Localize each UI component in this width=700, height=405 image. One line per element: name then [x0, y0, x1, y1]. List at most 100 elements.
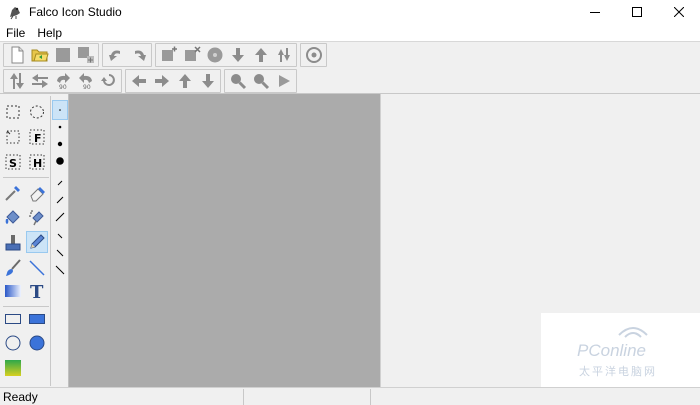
move-right-button[interactable]	[150, 70, 173, 92]
fill-select-tool[interactable]: F	[26, 126, 48, 148]
target-icon	[305, 47, 322, 63]
move-image-up-button[interactable]	[249, 44, 272, 66]
rotate-left-button[interactable]: 90	[51, 70, 74, 92]
rectangle-filled-tool[interactable]	[26, 308, 48, 330]
toolbar-group-zoom	[224, 68, 297, 93]
pencil-tool[interactable]	[26, 231, 48, 253]
color-gradient-icon	[5, 360, 21, 376]
watermark: PConline 太平洋电脑网	[541, 313, 700, 387]
arrow-down-icon	[231, 48, 244, 62]
select-h-icon: H	[29, 154, 45, 170]
status-bar: Ready	[0, 387, 700, 405]
rotate-right-button[interactable]: 90	[74, 70, 97, 92]
ellipse-outline-tool[interactable]	[2, 332, 24, 354]
flip-horizontal-button[interactable]	[28, 70, 51, 92]
rectangle-outline-tool[interactable]	[2, 308, 24, 330]
text-tool[interactable]: T	[26, 280, 48, 302]
maximize-icon	[632, 7, 642, 17]
svg-text:T: T	[30, 282, 44, 300]
backslash-icon	[56, 249, 64, 257]
play-button[interactable]	[272, 70, 295, 92]
move-left-button[interactable]	[127, 70, 150, 92]
open-folder-icon	[31, 49, 49, 62]
move-image-down-button[interactable]	[226, 44, 249, 66]
lasso-select-tool[interactable]	[2, 126, 24, 148]
flip-vertical-icon	[9, 72, 24, 89]
menu-help[interactable]: Help	[31, 24, 68, 42]
flip-vertical-button[interactable]	[5, 70, 28, 92]
play-icon	[278, 74, 290, 87]
zoom-out-button[interactable]	[249, 70, 272, 92]
rotate-180-icon	[100, 73, 115, 86]
brush-tool[interactable]	[2, 257, 24, 279]
icon-canvas[interactable]	[69, 94, 380, 387]
minimize-button[interactable]	[574, 0, 616, 24]
toolbar-group-file	[3, 43, 99, 67]
toolbar-group-image	[155, 43, 297, 67]
undo-button[interactable]	[104, 44, 127, 66]
slash-icon	[57, 180, 63, 186]
eyedropper-icon	[5, 186, 20, 201]
brush-shape-3[interactable]	[52, 207, 68, 227]
new-file-button[interactable]	[5, 44, 28, 66]
rect-select-tool[interactable]	[2, 101, 24, 123]
zoom-out-icon	[253, 73, 269, 89]
save-as-button[interactable]	[74, 44, 97, 66]
status-pane-2	[370, 388, 700, 405]
zoom-in-button[interactable]	[226, 70, 249, 92]
ellipse-filled-icon	[29, 335, 45, 351]
move-up-button[interactable]	[173, 70, 196, 92]
watermark-brand: PConline	[577, 341, 646, 360]
redo-button[interactable]	[127, 44, 150, 66]
gradient-icon	[5, 285, 21, 297]
stamp-tool[interactable]	[2, 232, 24, 254]
settings-button[interactable]	[302, 44, 325, 66]
close-icon	[674, 7, 684, 17]
maximize-button[interactable]	[616, 0, 658, 24]
add-image-button[interactable]	[157, 44, 180, 66]
swap-images-button[interactable]	[272, 44, 295, 66]
toolbar-transform: 90 90	[0, 68, 700, 94]
brush-size-4[interactable]	[52, 151, 68, 171]
line-tool[interactable]	[26, 257, 48, 279]
rotate-left-icon: 90	[56, 72, 70, 90]
status-pane-1	[243, 388, 370, 405]
slash-icon	[55, 212, 65, 222]
zoom-in-icon	[230, 73, 246, 89]
eyedropper-tool[interactable]	[2, 182, 24, 204]
open-file-button[interactable]	[28, 44, 51, 66]
save-button[interactable]	[51, 44, 74, 66]
save-icon	[55, 48, 70, 62]
redo-icon	[134, 50, 146, 61]
delete-image-button[interactable]	[180, 44, 203, 66]
image-properties-button[interactable]	[203, 44, 226, 66]
ellipse-select-tool[interactable]	[26, 101, 48, 123]
airbrush-tool[interactable]	[26, 207, 48, 229]
color-swatch[interactable]	[2, 357, 24, 379]
arrow-up-icon	[254, 48, 267, 62]
brush-shape-6[interactable]	[52, 260, 68, 280]
dot-icon	[56, 157, 64, 165]
svg-text:S: S	[9, 157, 17, 170]
dot-icon	[58, 125, 62, 129]
dot-icon	[57, 141, 63, 147]
ellipse-outline-icon	[5, 335, 21, 351]
gradient-tool[interactable]	[2, 280, 24, 302]
close-button[interactable]	[658, 0, 700, 24]
slash-icon	[56, 196, 64, 204]
fill-bucket-tool[interactable]	[2, 207, 24, 229]
tool-panel: F S H T	[0, 94, 69, 387]
select-h-tool[interactable]: H	[26, 151, 48, 173]
eraser-tool[interactable]	[26, 182, 48, 204]
pencil-icon	[30, 234, 45, 249]
eraser-icon	[30, 187, 45, 202]
rotate-180-button[interactable]	[97, 70, 120, 92]
move-down-button[interactable]	[196, 70, 219, 92]
menu-file[interactable]: File	[0, 24, 31, 42]
select-s-icon: S	[5, 154, 21, 170]
stamp-icon	[5, 235, 21, 251]
ellipse-filled-tool[interactable]	[26, 332, 48, 354]
undo-icon	[108, 50, 120, 61]
select-s-tool[interactable]: S	[2, 151, 24, 173]
rect-select-icon	[6, 105, 20, 119]
